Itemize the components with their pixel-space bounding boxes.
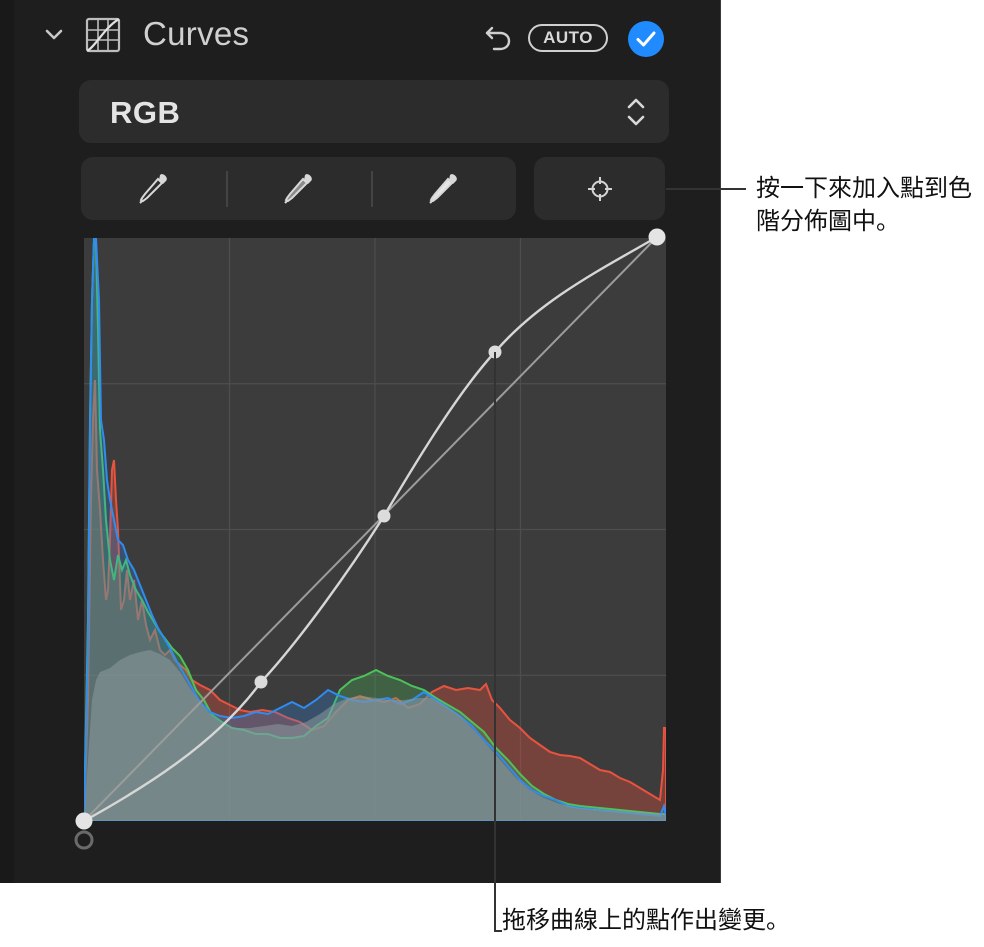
undo-icon[interactable] bbox=[483, 24, 513, 52]
curves-header: Curves AUTO bbox=[0, 0, 721, 75]
eyedropper-icon[interactable] bbox=[426, 171, 462, 207]
eyedropper-icon[interactable] bbox=[281, 171, 317, 207]
crosshair-icon bbox=[588, 177, 612, 201]
chevron-down-icon[interactable] bbox=[42, 22, 66, 46]
eyedropper-icon[interactable] bbox=[136, 171, 172, 207]
checkmark-icon bbox=[636, 31, 656, 47]
callout-line-drag-point-tick bbox=[494, 930, 502, 932]
add-point-button[interactable] bbox=[534, 157, 665, 220]
curves-grid-icon bbox=[85, 17, 121, 53]
channel-value: RGB bbox=[110, 95, 181, 130]
callout-line-drag-point bbox=[494, 352, 496, 932]
picker-separator bbox=[226, 171, 228, 207]
callout-line-add-point bbox=[666, 188, 746, 190]
enable-toggle[interactable] bbox=[628, 21, 664, 57]
picker-separator bbox=[371, 171, 373, 207]
eyedropper-group bbox=[81, 157, 516, 220]
panel-left-strip bbox=[0, 0, 14, 883]
panel-title: Curves bbox=[143, 15, 250, 52]
panel-edge bbox=[720, 0, 721, 883]
callout-drag-point: 拖移曲線上的點作出變更。 bbox=[502, 907, 790, 934]
black-point-handle[interactable] bbox=[75, 812, 93, 830]
white-point-handle[interactable] bbox=[648, 228, 666, 246]
auto-button[interactable]: AUTO bbox=[528, 24, 608, 52]
chevron-up-down-icon bbox=[627, 98, 645, 126]
curve-point[interactable] bbox=[377, 509, 391, 523]
channel-popup[interactable]: RGB bbox=[79, 80, 669, 143]
callout-add-point: 按一下來加入點到色階分佈圖中。 bbox=[756, 175, 972, 235]
curve-point[interactable] bbox=[254, 675, 268, 689]
